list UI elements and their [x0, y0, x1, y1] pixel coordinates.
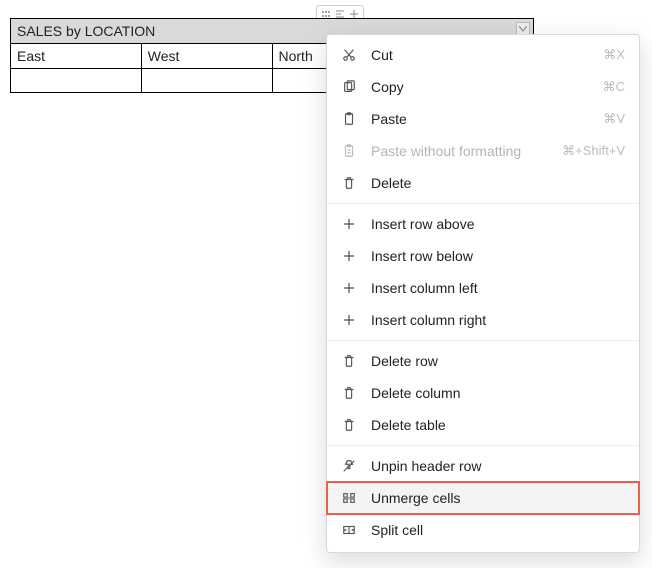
trash-icon — [341, 385, 357, 401]
cell[interactable] — [141, 69, 272, 93]
menu-unmerge-cells[interactable]: Unmerge cells — [327, 482, 639, 514]
menu-insert-row-above[interactable]: Insert row above — [327, 208, 639, 240]
menu-insert-row-below[interactable]: Insert row below — [327, 240, 639, 272]
menu-label: Insert column left — [371, 280, 625, 296]
scissors-icon — [341, 47, 357, 63]
menu-label: Insert row below — [371, 248, 625, 264]
plus-icon — [341, 312, 357, 328]
table-title: SALES by LOCATION — [17, 23, 155, 39]
menu-insert-column-left[interactable]: Insert column left — [327, 272, 639, 304]
clipboard-icon — [341, 111, 357, 127]
menu-delete-column[interactable]: Delete column — [327, 377, 639, 409]
plus-icon — [341, 280, 357, 296]
menu-label: Unmerge cells — [371, 490, 625, 506]
split-cell-icon — [341, 522, 357, 538]
plus-icon — [341, 248, 357, 264]
column-header-east[interactable]: East — [11, 44, 142, 69]
menu-label: Delete table — [371, 417, 625, 433]
unmerge-icon — [341, 490, 357, 506]
menu-label: Paste without formatting — [371, 143, 548, 159]
column-header-west[interactable]: West — [141, 44, 272, 69]
menu-insert-column-right[interactable]: Insert column right — [327, 304, 639, 336]
menu-label: Delete column — [371, 385, 625, 401]
menu-label: Insert row above — [371, 216, 625, 232]
shortcut: ⌘V — [603, 111, 625, 127]
menu-delete[interactable]: Delete — [327, 167, 639, 199]
menu-label: Split cell — [371, 522, 625, 538]
menu-separator — [327, 340, 639, 341]
menu-cut[interactable]: Cut ⌘X — [327, 39, 639, 71]
context-menu: Cut ⌘X Copy ⌘C Paste ⌘V Paste without fo… — [326, 34, 640, 553]
unpin-icon — [341, 458, 357, 474]
copy-icon — [341, 79, 357, 95]
plus-icon — [341, 216, 357, 232]
menu-delete-row[interactable]: Delete row — [327, 345, 639, 377]
trash-icon — [341, 175, 357, 191]
menu-label: Delete row — [371, 353, 625, 369]
menu-label: Unpin header row — [371, 458, 625, 474]
shortcut: ⌘C — [603, 79, 625, 95]
clipboard-plain-icon — [341, 143, 357, 159]
cell[interactable] — [11, 69, 142, 93]
menu-label: Copy — [371, 79, 589, 95]
shortcut: ⌘+Shift+V — [562, 143, 625, 159]
menu-label: Insert column right — [371, 312, 625, 328]
trash-icon — [341, 353, 357, 369]
menu-label: Cut — [371, 47, 589, 63]
menu-split-cell[interactable]: Split cell — [327, 514, 639, 546]
trash-icon — [341, 417, 357, 433]
menu-paste[interactable]: Paste ⌘V — [327, 103, 639, 135]
menu-delete-table[interactable]: Delete table — [327, 409, 639, 441]
menu-unpin-header-row[interactable]: Unpin header row — [327, 450, 639, 482]
menu-label: Delete — [371, 175, 625, 191]
menu-label: Paste — [371, 111, 589, 127]
menu-separator — [327, 203, 639, 204]
menu-paste-without-formatting: Paste without formatting ⌘+Shift+V — [327, 135, 639, 167]
menu-separator — [327, 445, 639, 446]
menu-copy[interactable]: Copy ⌘C — [327, 71, 639, 103]
shortcut: ⌘X — [603, 47, 625, 63]
chevron-down-icon — [519, 26, 527, 32]
